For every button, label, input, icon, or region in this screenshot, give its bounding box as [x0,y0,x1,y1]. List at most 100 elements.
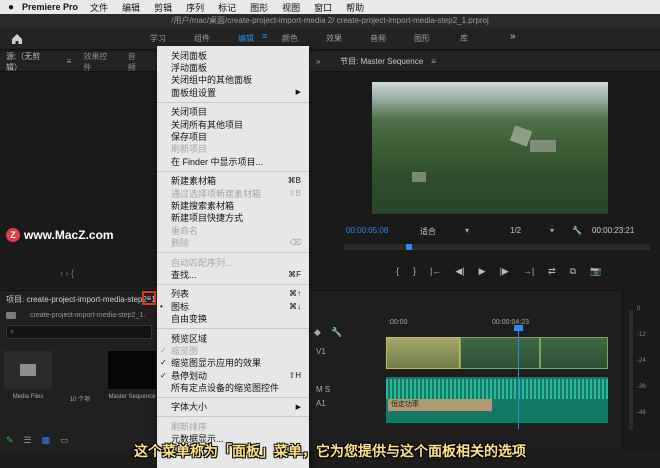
panel-menu-item[interactable]: 浮动面板 [157,61,309,73]
source-transport[interactable]: ‹ › { [60,268,74,278]
panel-menu-item: 删除 ⌫ [157,236,309,248]
extract-button[interactable]: ⧉ [570,266,576,277]
track-label-a1[interactable]: A1 [316,399,326,408]
shortcut-label: ⇧B [288,188,301,198]
panel-menu-item[interactable]: • 图标 ⌘↓ [157,300,309,312]
panel-menu-item[interactable]: 关闭面板 [157,49,309,61]
track-controls-a1[interactable]: M S [316,385,330,394]
timeline-ruler[interactable]: :00:00 00:00:04:23 [386,319,608,331]
shortcut-label: ⌘B [287,176,301,186]
workspace-tab-libraries[interactable]: 库 [460,33,468,44]
panel-menu-item[interactable]: 字体大小 ▶ [157,401,309,413]
workspace-tab-effects[interactable]: 效果 [326,33,342,44]
playhead-marker[interactable] [406,244,412,250]
menubar-app-name[interactable]: Premiere Pro [22,2,78,12]
menu-graphics[interactable]: 图形 [250,1,268,14]
panel-menu-item[interactable]: 保存项目 [157,130,309,142]
step-back-button[interactable]: ◀| [455,266,464,277]
project-search-input[interactable]: ⌕ [6,325,152,339]
tab-effect-controls[interactable]: 效果控件 [83,51,111,73]
workspace-tab-audio[interactable]: 音频 [370,33,386,44]
menu-file[interactable]: 文件 [90,1,108,14]
zoom-select[interactable]: 适合 [420,226,436,237]
panel-menu-item-label: 浮动面板 [171,63,208,74]
step-forward-button[interactable]: |▶ [500,266,509,277]
video-clip[interactable] [540,337,608,369]
panel-menu-item[interactable]: 预览区域 [157,332,309,344]
menu-window[interactable]: 窗口 [314,1,332,14]
bin-media-files[interactable]: Media Files [4,351,52,403]
panel-menu-item-label: 查找... [171,269,197,280]
chevron-down-icon[interactable]: ▾ [550,226,554,235]
submenu-arrow-icon: ▶ [295,403,301,411]
project-panel-title[interactable]: 项目: create-project-import-media-step2_1 [6,294,156,305]
panel-menu-item[interactable]: 面板组设置 ▶ [157,86,309,98]
panel-menu-item[interactable]: 新建素材箱 ⌘B [157,175,309,187]
track-label-v1[interactable]: V1 [316,347,326,356]
menu-clip[interactable]: 剪辑 [154,1,172,14]
panel-menu-item-label: 通过选择项新建素材箱 [171,188,262,199]
menu-view[interactable]: 视图 [282,1,300,14]
workspace-more-icon[interactable]: » [510,31,516,42]
go-to-out-button[interactable]: →| [523,266,534,277]
marker-icon[interactable]: ◆ [314,327,321,337]
video-detail [530,140,556,152]
panel-menu-button[interactable]: ≡ [142,291,156,305]
shortcut-label: ⌫ [289,238,301,248]
resolution-select[interactable]: 1/2 [510,226,521,235]
audio-transition-label[interactable]: 恒定功率 [388,399,492,411]
folder-icon [6,311,16,319]
panel-menu-item[interactable]: 关闭项目 [157,106,309,118]
playhead-timecode[interactable]: 00:00:05:08 [346,226,388,235]
export-frame-button[interactable]: 📷 [590,266,601,277]
panel-expand-icon[interactable]: » [316,57,320,66]
timeline-playhead[interactable] [518,329,519,429]
panel-menu-item[interactable]: ✓ 缩览图显示应用的效果 [157,357,309,369]
panel-menu-item[interactable]: 所有定点设备的缩览图控件 [157,381,309,393]
video-clip[interactable] [460,337,540,369]
apple-icon[interactable]: ● [0,2,22,13]
go-to-in-button[interactable]: |← [430,266,441,277]
wrench-icon[interactable]: 🔧 [572,226,582,235]
panel-menu-item[interactable]: ✓ 悬停划动 ⇧H [157,369,309,381]
panel-menu-item-label: 刷新排序 [171,421,208,432]
panel-menu-item-label: 关闭组中的其他面板 [171,75,253,86]
panel-menu-item[interactable]: 查找... ⌘F [157,268,309,280]
panel-menu-item[interactable]: 关闭所有其他项目 [157,118,309,130]
video-clip[interactable] [386,337,460,369]
panel-menu-item[interactable]: 新建搜索素材箱 [157,199,309,211]
menu-edit[interactable]: 编辑 [122,1,140,14]
workspace-tab-graphics[interactable]: 图形 [414,33,430,44]
workspace-menu-icon[interactable]: ≡ [262,31,267,41]
panel-menu-item[interactable]: 关闭组中的其他面板 [157,74,309,86]
mark-in-button[interactable]: { [396,266,399,277]
video-track[interactable] [386,337,608,369]
play-button[interactable]: ▶ [479,266,486,277]
program-menu-icon[interactable]: ≡ [431,57,436,66]
mark-out-button[interactable]: } [413,266,416,277]
workspace-tab-assembly[interactable]: 组件 [194,33,210,44]
tab-source[interactable]: 源:（无剪辑） [6,51,51,73]
audio-track[interactable]: 恒定功率 [386,377,608,423]
menu-sequence[interactable]: 序列 [186,1,204,14]
menu-markers[interactable]: 标记 [218,1,236,14]
chevron-down-icon[interactable]: ▾ [465,226,469,235]
panel-menu-item: 重命名 [157,224,309,236]
panel-menu-item[interactable]: 新建项目快捷方式 [157,212,309,224]
bin-master-sequence[interactable]: Master Sequence [108,351,156,403]
panel-menu-item[interactable]: 自由变换 [157,312,309,324]
program-time-ruler[interactable] [344,244,650,250]
program-monitor-title[interactable]: 节目: Master Sequence [340,56,423,67]
panel-menu-item: 通过选择项新建素材箱 ⇧B [157,187,309,199]
tab-audio-mixer[interactable]: 音频 [128,51,142,73]
lift-button[interactable]: ⇄ [548,266,556,277]
panel-menu-item[interactable]: 在 Finder 中显示项目... [157,155,309,167]
panel-menu-item[interactable]: 列表 ⌘↑ [157,288,309,300]
wrench-icon[interactable]: 🔧 [331,327,342,337]
workspace-tab-learn[interactable]: 学习 [150,33,166,44]
workspace-tab-editing[interactable]: 编辑 [238,33,254,44]
workspace-tab-color[interactable]: 颜色 [282,33,298,44]
home-icon[interactable] [10,32,24,46]
menu-help[interactable]: 帮助 [346,1,364,14]
source-panel-menu-icon[interactable]: ≡ [67,57,72,66]
